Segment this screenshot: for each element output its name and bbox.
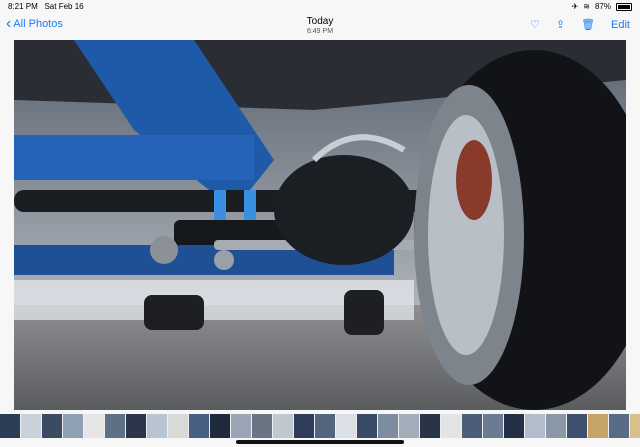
status-time: 8:21 PM — [8, 2, 38, 11]
trash-icon[interactable]: 🗑 — [581, 18, 595, 31]
thumbnail[interactable] — [378, 414, 398, 438]
thumbnail[interactable] — [168, 414, 188, 438]
thumbnail[interactable] — [105, 414, 125, 438]
thumbnail[interactable] — [525, 414, 545, 438]
edit-button[interactable]: Edit — [611, 19, 630, 31]
thumbnail[interactable] — [315, 414, 335, 438]
thumbnail[interactable] — [483, 414, 503, 438]
thumbnail[interactable] — [210, 414, 230, 438]
status-right: ✈ ≋ 87% — [572, 2, 632, 11]
thumbnail[interactable] — [630, 414, 640, 438]
thumbnail-strip[interactable] — [0, 414, 640, 438]
nav-actions: ♡ ⇪ 🗑 Edit — [530, 18, 630, 32]
car-suspension-photo — [14, 40, 626, 410]
thumbnail[interactable] — [147, 414, 167, 438]
thumbnail[interactable] — [0, 414, 20, 438]
battery-icon — [616, 2, 632, 11]
thumbnail[interactable] — [231, 414, 251, 438]
thumbnail[interactable] — [588, 414, 608, 438]
thumbnail[interactable] — [357, 414, 377, 438]
thumbnail[interactable] — [420, 414, 440, 438]
home-indicator — [236, 440, 404, 444]
share-icon[interactable]: ⇪ — [556, 18, 565, 31]
thumbnail[interactable] — [336, 414, 356, 438]
status-bar: 8:21 PM Sat Feb 16 ✈ ≋ 87% — [0, 0, 640, 13]
thumbnail[interactable] — [399, 414, 419, 438]
airplane-icon: ✈ — [571, 2, 579, 11]
thumbnail[interactable] — [126, 414, 146, 438]
status-date: Sat Feb 16 — [44, 2, 84, 11]
thumbnail[interactable] — [609, 414, 629, 438]
status-time-date: 8:21 PM Sat Feb 16 — [8, 2, 84, 11]
thumbnail[interactable] — [294, 414, 314, 438]
thumbnail[interactable] — [21, 414, 41, 438]
heart-icon[interactable]: ♡ — [530, 18, 540, 31]
thumbnail[interactable] — [252, 414, 272, 438]
thumbnail[interactable] — [84, 414, 104, 438]
wifi-icon: ≋ — [583, 2, 590, 11]
thumbnail[interactable] — [42, 414, 62, 438]
battery-percent: 87% — [594, 2, 611, 11]
thumbnail[interactable] — [504, 414, 524, 438]
nav-bar: ‹ All Photos Today 6:49 PM ♡ ⇪ 🗑 Edit — [0, 13, 640, 41]
thumbnail[interactable] — [189, 414, 209, 438]
thumbnail[interactable] — [273, 414, 293, 438]
thumbnail[interactable] — [63, 414, 83, 438]
photo-view[interactable] — [14, 40, 626, 410]
thumbnail[interactable] — [441, 414, 461, 438]
thumbnail[interactable] — [567, 414, 587, 438]
thumbnail[interactable] — [546, 414, 566, 438]
thumbnail[interactable] — [462, 414, 482, 438]
